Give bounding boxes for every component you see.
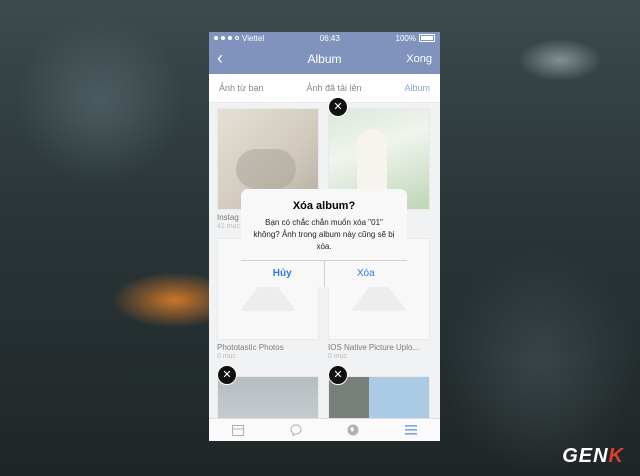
delete-album-button[interactable]: ✕ bbox=[328, 97, 348, 117]
delete-album-button[interactable]: ✕ bbox=[217, 365, 237, 385]
dialog-title: Xóa album? bbox=[292, 200, 356, 212]
delete-album-dialog: Xóa album? Bạn có chắc chắn muốn xóa "01… bbox=[241, 189, 407, 287]
dialog-message: Bạn có chắc chắn muốn xóa "01" không? Ản… bbox=[253, 218, 395, 251]
cancel-button[interactable]: Hủy bbox=[241, 261, 325, 287]
genk-logo: GENK bbox=[562, 445, 624, 467]
delete-album-button[interactable]: ✕ bbox=[328, 365, 348, 385]
dialog-buttons: Hủy Xóa bbox=[241, 260, 407, 287]
confirm-delete-button[interactable]: Xóa bbox=[325, 261, 408, 287]
